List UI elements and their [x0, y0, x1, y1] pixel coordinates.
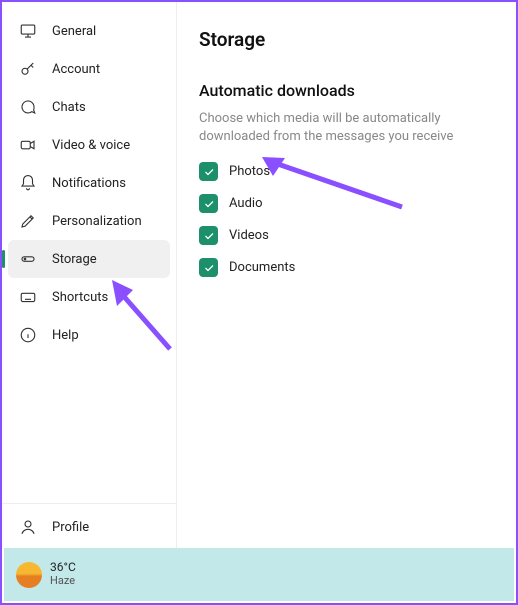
settings-main: Storage Automatic downloads Choose which…	[177, 2, 516, 550]
sidebar-item-shortcuts[interactable]: Shortcuts	[8, 278, 170, 316]
checkbox-checked-icon	[199, 258, 218, 277]
bell-icon	[18, 173, 38, 193]
sidebar-item-account[interactable]: Account	[8, 50, 170, 88]
sidebar-item-label: General	[52, 24, 96, 39]
sidebar-item-video-voice[interactable]: Video & voice	[8, 126, 170, 164]
sidebar-item-notifications[interactable]: Notifications	[8, 164, 170, 202]
weather-condition: Haze	[50, 575, 76, 588]
sidebar-item-label: Account	[52, 62, 100, 77]
settings-sidebar: General Account Chats Video & voice Noti…	[2, 2, 177, 550]
checkbox-checked-icon	[199, 226, 218, 245]
page-title: Storage	[199, 28, 494, 51]
checkbox-checked-icon	[199, 194, 218, 213]
sidebar-item-label: Storage	[52, 252, 97, 267]
sidebar-item-personalization[interactable]: Personalization	[8, 202, 170, 240]
sidebar-item-label: Notifications	[52, 176, 126, 191]
section-description: Choose which media will be automatically…	[199, 110, 494, 146]
sidebar-item-label: Shortcuts	[52, 290, 108, 305]
sidebar-item-general[interactable]: General	[8, 12, 170, 50]
taskbar: 36°C Haze	[4, 548, 514, 601]
download-option-audio[interactable]: Audio	[199, 194, 494, 213]
weather-haze-icon	[16, 562, 42, 588]
info-icon	[18, 325, 38, 345]
keyboard-icon	[18, 287, 38, 307]
sidebar-item-storage[interactable]: Storage	[8, 240, 170, 278]
profile-icon	[18, 517, 38, 537]
section-title: Automatic downloads	[199, 81, 494, 100]
pencil-icon	[18, 211, 38, 231]
key-icon	[18, 59, 38, 79]
weather-temperature: 36°C	[50, 561, 76, 575]
checkbox-checked-icon	[199, 162, 218, 181]
download-option-label: Documents	[229, 260, 295, 275]
download-option-photos[interactable]: Photos	[199, 162, 494, 181]
weather-widget[interactable]: 36°C Haze	[16, 561, 76, 587]
video-icon	[18, 135, 38, 155]
sidebar-item-label: Chats	[52, 100, 86, 115]
sidebar-item-label: Profile	[52, 520, 89, 535]
sidebar-item-help[interactable]: Help	[8, 316, 170, 354]
download-option-documents[interactable]: Documents	[199, 258, 494, 277]
download-option-label: Photos	[229, 164, 270, 179]
storage-icon	[18, 249, 38, 269]
sidebar-item-profile[interactable]: Profile	[8, 508, 170, 546]
monitor-icon	[18, 21, 38, 41]
sidebar-item-label: Help	[52, 328, 79, 343]
download-option-videos[interactable]: Videos	[199, 226, 494, 245]
sidebar-item-label: Personalization	[52, 214, 142, 229]
chat-icon	[18, 97, 38, 117]
sidebar-item-label: Video & voice	[52, 138, 130, 153]
download-option-label: Audio	[229, 196, 262, 211]
sidebar-item-chats[interactable]: Chats	[8, 88, 170, 126]
download-option-label: Videos	[229, 228, 269, 243]
